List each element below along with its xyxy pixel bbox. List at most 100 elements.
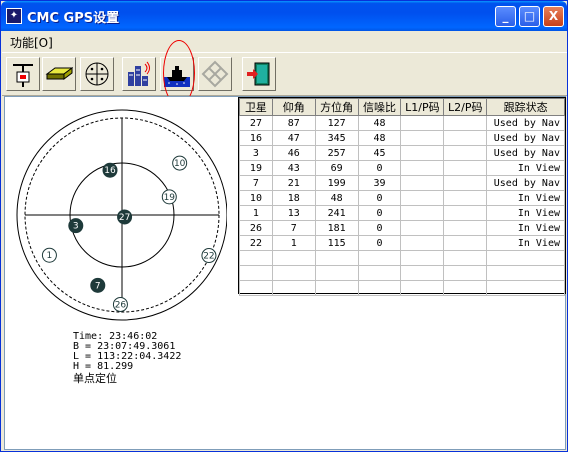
table-cell [400, 220, 445, 236]
close-button[interactable]: X [543, 6, 564, 27]
table-cell [314, 250, 359, 266]
table-cell: 48 [357, 130, 402, 146]
table-cell [443, 160, 488, 176]
header-elevation[interactable]: 仰角 [271, 98, 316, 116]
header-l2[interactable]: L2/P码 [443, 98, 488, 116]
compass-icon [85, 62, 109, 86]
table-cell [443, 235, 488, 251]
table-row[interactable]: 26 7 181 0 In View [239, 220, 565, 236]
table-row[interactable]: 3 46 257 45 Used by Nav [239, 145, 565, 161]
title-bar[interactable]: ✦ CMC GPS设置 _ □ X [1, 1, 567, 31]
header-satellite[interactable]: 卫星 [239, 98, 273, 116]
table-cell: 3 [239, 145, 273, 161]
satellite-marker: 3 [68, 218, 84, 234]
table-cell: 0 [357, 190, 402, 206]
table-cell [443, 250, 488, 266]
table-cell [443, 265, 488, 281]
table-cell: In View [486, 220, 565, 236]
minimize-button[interactable]: _ [495, 6, 516, 27]
table-cell [400, 145, 445, 161]
table-cell [357, 250, 402, 266]
satellite-label: 1 [47, 251, 53, 261]
table-cell: 47 [271, 130, 316, 146]
table-cell: 43 [271, 160, 316, 176]
table-cell: Used by Nav [486, 115, 565, 131]
table-cell [400, 115, 445, 131]
antenna-icon [13, 64, 33, 87]
tool-signal-tower[interactable] [122, 57, 156, 91]
tool-compass[interactable] [80, 57, 114, 91]
tool-exit[interactable] [242, 57, 276, 91]
table-row[interactable]: 22 1 115 0 In View [239, 235, 565, 251]
table-row[interactable]: 1 13 241 0 In View [239, 205, 565, 221]
satellite-marker: 27 [117, 209, 133, 225]
toolbar [2, 52, 567, 96]
menu-bar: 功能[O] [2, 31, 567, 51]
table-cell: 1 [239, 205, 273, 221]
app-icon: ✦ [6, 8, 22, 24]
positioning-mode: 单点定位 [73, 372, 117, 385]
table-cell [486, 265, 565, 281]
table-row[interactable]: 7 21 199 39 Used by Nav [239, 175, 565, 191]
header-status[interactable]: 跟踪状态 [486, 98, 565, 116]
table-row[interactable]: 10 18 48 0 In View [239, 190, 565, 206]
table-cell: 22 [239, 235, 273, 251]
table-cell: 39 [357, 175, 402, 191]
table-cell: 26 [239, 220, 273, 236]
table-cell [443, 280, 488, 296]
menu-function[interactable]: 功能[O] [10, 34, 53, 51]
table-cell [400, 235, 445, 251]
skyplot: 27 16 3 19 7 10 1 26 22 [16, 109, 227, 321]
satellite-marker: 22 [201, 248, 217, 264]
table-row[interactable] [239, 280, 565, 296]
table-cell [443, 115, 488, 131]
table-row[interactable]: 27 87 127 48 Used by Nav [239, 115, 565, 131]
table-cell: 16 [239, 130, 273, 146]
table-row[interactable] [239, 265, 565, 281]
table-cell: 69 [314, 160, 359, 176]
table-cell: 199 [314, 175, 359, 191]
header-l1[interactable]: L1/P码 [400, 98, 445, 116]
table-cell: 181 [314, 220, 359, 236]
tool-diamond-pattern[interactable] [198, 57, 232, 91]
table-cell [400, 190, 445, 206]
table-cell [400, 265, 445, 281]
table-cell: 27 [239, 115, 273, 131]
table-cell: 7 [239, 175, 273, 191]
table-row[interactable]: 19 43 69 0 In View [239, 160, 565, 176]
table-cell: 257 [314, 145, 359, 161]
satellite-table[interactable]: 卫星 仰角 方位角 信噪比 L1/P码 L2/P码 跟踪状态 27 87 127 48… [238, 97, 566, 296]
position-info: Time: 23:46:02 B = 23:07:49.3061 L = 113… [73, 332, 181, 386]
table-cell [271, 280, 316, 296]
table-cell [400, 250, 445, 266]
satellite-label: 19 [164, 193, 176, 203]
table-cell [443, 220, 488, 236]
satellite-label: 10 [174, 159, 186, 169]
table-cell: In View [486, 160, 565, 176]
satellite-label: 3 [73, 222, 79, 232]
table-cell: 46 [271, 145, 316, 161]
table-cell: 13 [271, 205, 316, 221]
table-cell [486, 280, 565, 296]
satellite-marker: 16 [102, 162, 118, 178]
table-cell: In View [486, 235, 565, 251]
table-cell: 0 [357, 205, 402, 221]
tool-receiver[interactable] [42, 57, 76, 91]
satellite-marker: 26 [112, 296, 128, 312]
table-row[interactable]: 16 47 345 48 Used by Nav [239, 130, 565, 146]
table-cell: 45 [357, 145, 402, 161]
table-cell [443, 145, 488, 161]
header-azimuth[interactable]: 方位角 [314, 98, 359, 116]
table-cell: Used by Nav [486, 130, 565, 146]
satellite-label: 7 [95, 281, 101, 291]
maximize-button[interactable]: □ [519, 6, 540, 27]
table-row[interactable] [239, 250, 565, 266]
table-cell: 0 [357, 160, 402, 176]
tool-antenna[interactable] [6, 57, 40, 91]
header-snr[interactable]: 信噪比 [357, 98, 402, 116]
table-cell [239, 280, 273, 296]
table-cell [314, 265, 359, 281]
satellite-layer: 27 16 3 19 7 10 1 26 22 [41, 155, 217, 312]
table-cell [400, 205, 445, 221]
table-cell [314, 280, 359, 296]
